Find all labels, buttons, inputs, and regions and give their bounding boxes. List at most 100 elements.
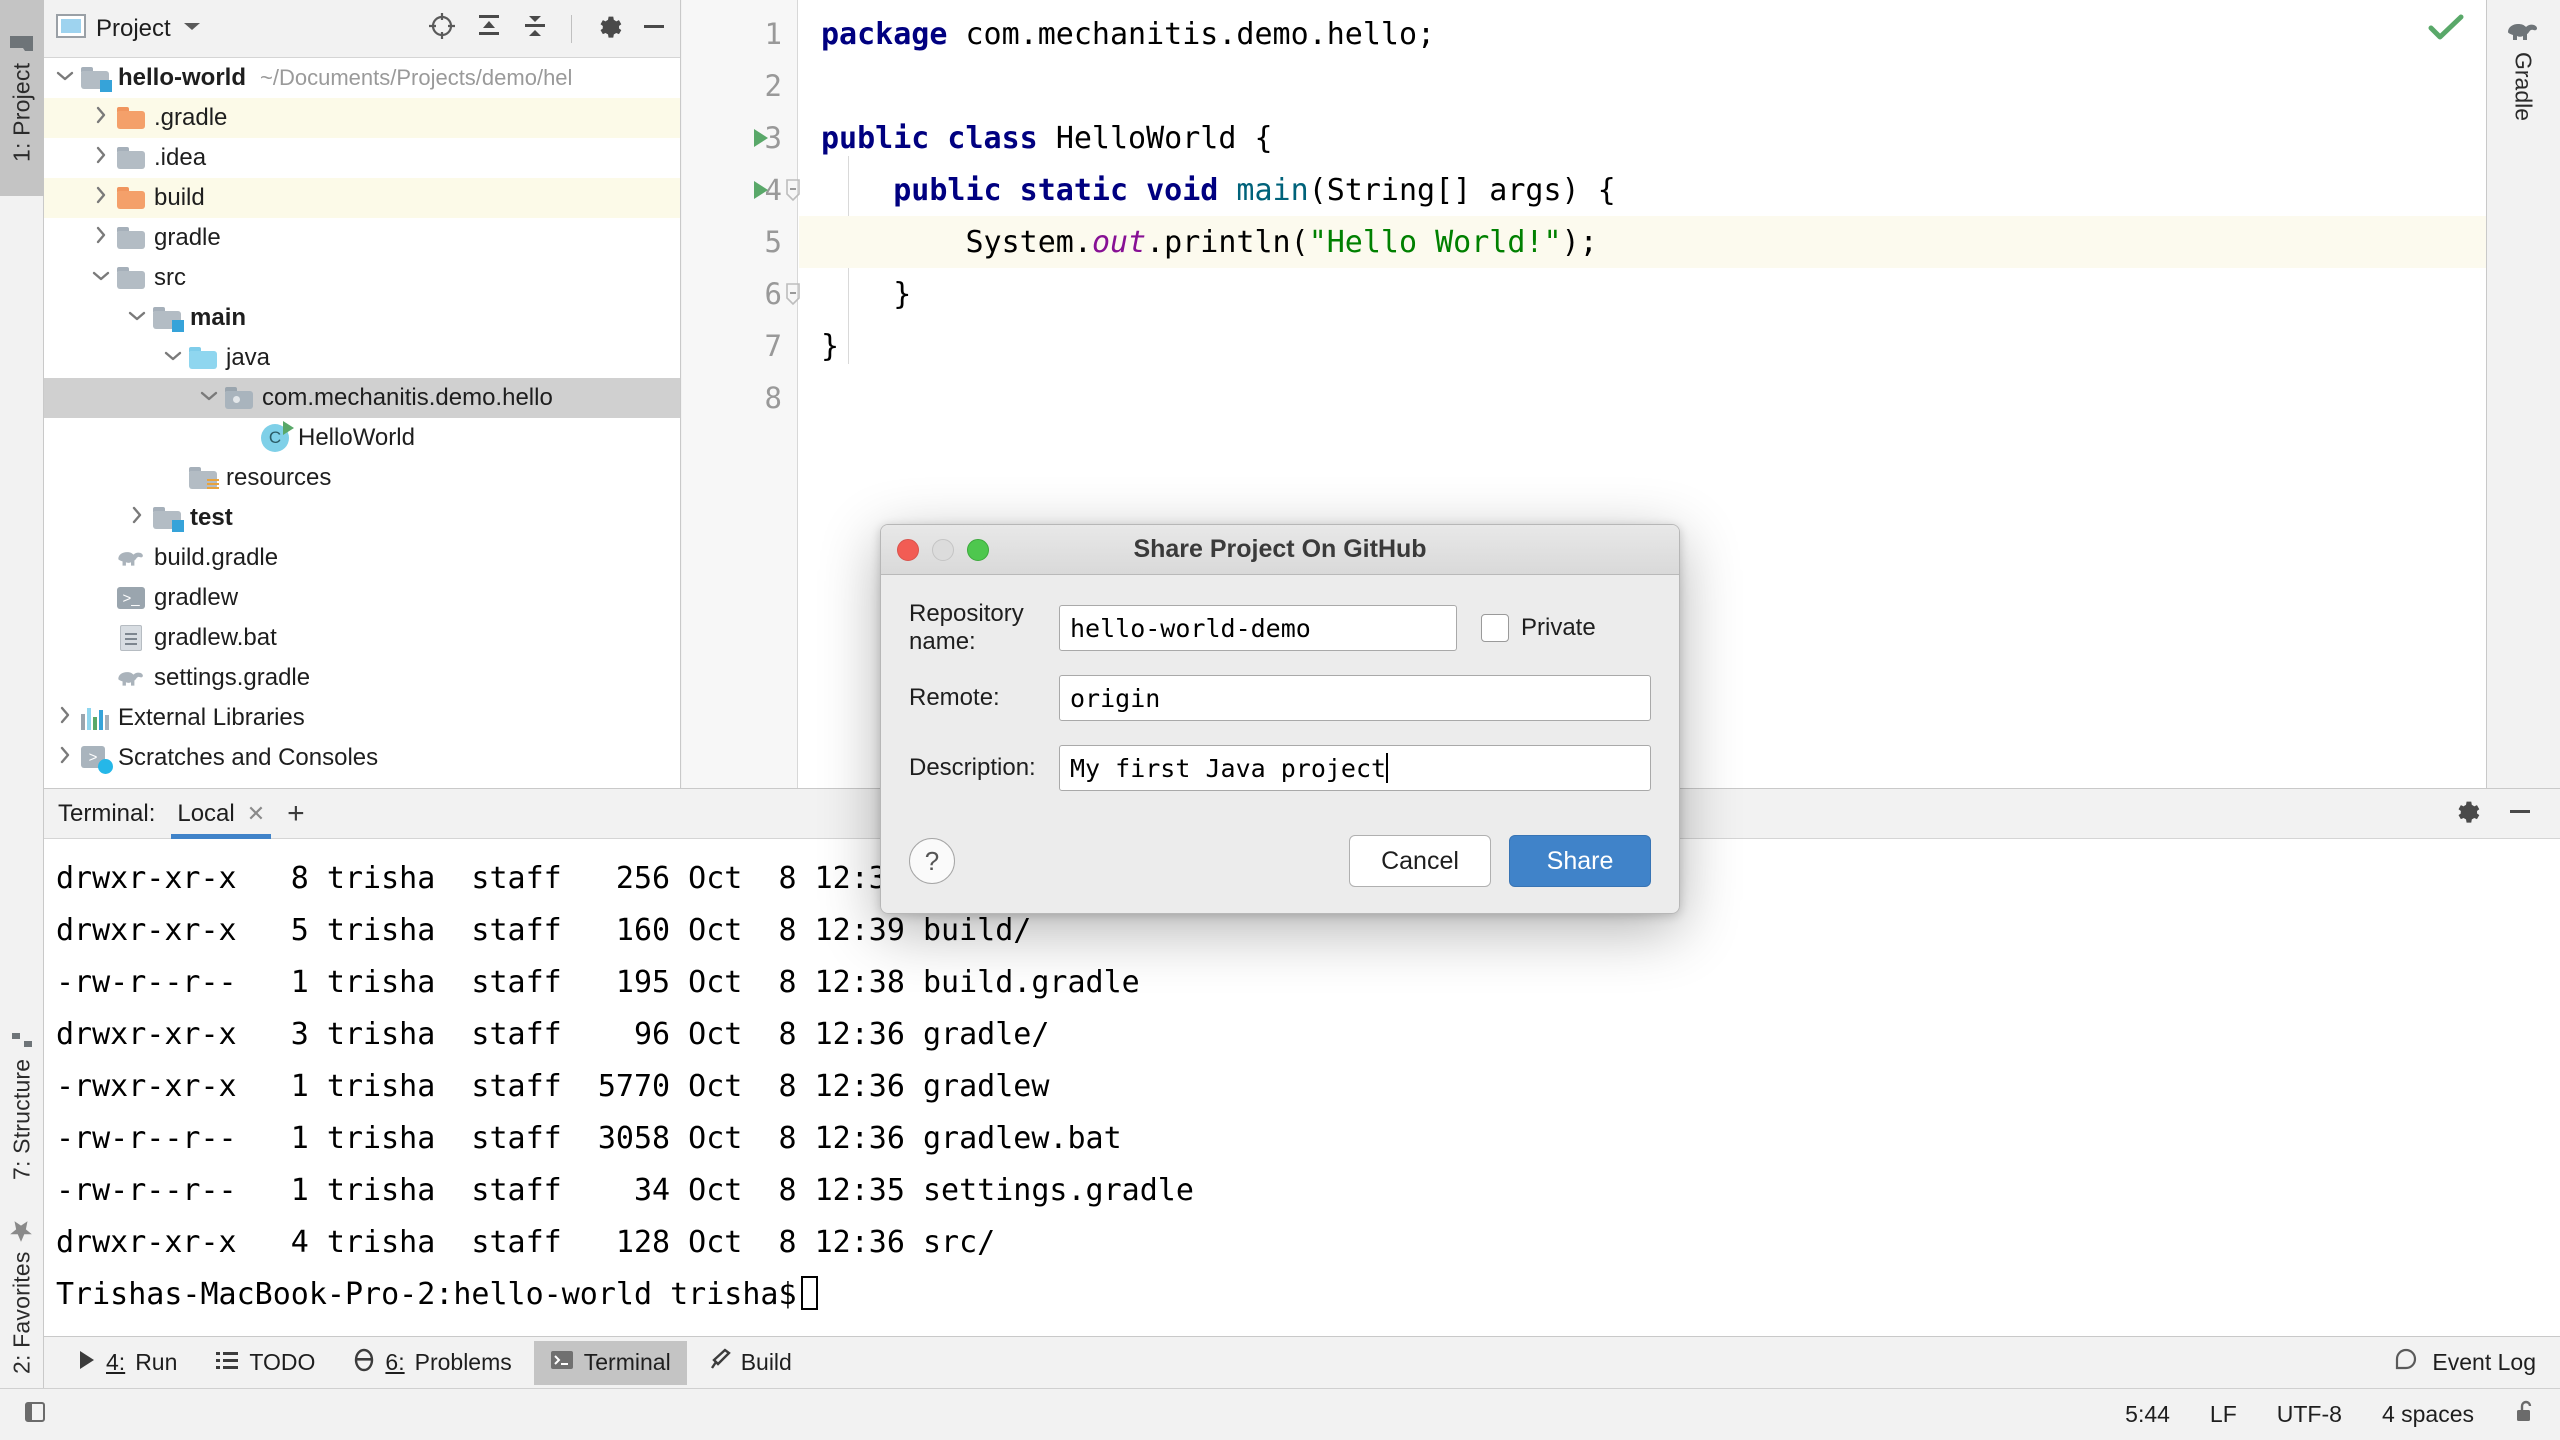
- code-line[interactable]: [799, 60, 2486, 112]
- code-line[interactable]: package com.mechanitis.demo.hello;: [799, 8, 2486, 60]
- terminal-prompt[interactable]: Trishas-MacBook-Pro-2:hello-world trisha…: [56, 1269, 2560, 1321]
- project-tree[interactable]: hello-world ~/Documents/Projects/demo/hel…: [44, 58, 680, 788]
- indent-setting[interactable]: 4 spaces: [2382, 1401, 2474, 1428]
- tree-node-gradle[interactable]: gradle: [44, 218, 680, 258]
- tree-node-com-mechanitis-demo-hello[interactable]: com.mechanitis.demo.hello: [44, 378, 680, 418]
- expand-all-icon[interactable]: [475, 12, 503, 45]
- unlocked-padlock-icon[interactable]: [2514, 1399, 2538, 1431]
- gradle-elephant-icon: [114, 667, 148, 689]
- sidebar-item-project[interactable]: 1: Project: [0, 0, 44, 196]
- inspection-ok-icon[interactable]: [2428, 12, 2464, 51]
- chevron-right-icon[interactable]: [88, 225, 114, 251]
- project-panel-title: Project: [96, 14, 171, 42]
- chevron-right-icon[interactable]: [124, 505, 150, 531]
- chevron-right-icon[interactable]: [52, 705, 78, 731]
- code-line[interactable]: [799, 372, 2486, 424]
- code-line[interactable]: public static void main(String[] args) {: [799, 164, 2486, 216]
- code-line[interactable]: }: [799, 268, 2486, 320]
- tree-node-resources[interactable]: resources: [44, 458, 680, 498]
- tree-node-scratches-and-consoles[interactable]: > Scratches and Consoles: [44, 738, 680, 778]
- tree-node-helloworld[interactable]: C HelloWorld: [44, 418, 680, 458]
- locate-icon[interactable]: [427, 11, 457, 46]
- chevron-down-icon[interactable]: [196, 387, 222, 409]
- tree-node-hello-world[interactable]: hello-world ~/Documents/Projects/demo/hel: [44, 58, 680, 98]
- tree-node-label: main: [190, 304, 247, 331]
- scratches-icon: >: [78, 746, 113, 774]
- chevron-down-icon[interactable]: [52, 67, 78, 89]
- code-line-text: package com.mechanitis.demo.hello;: [799, 17, 1435, 52]
- description-label: Description:: [909, 754, 1036, 781]
- tree-node-build[interactable]: build: [44, 178, 680, 218]
- balloon-icon: [2392, 1346, 2420, 1379]
- collapse-all-icon[interactable]: [521, 12, 549, 45]
- bottom-tab-run[interactable]: 4: Run: [60, 1341, 193, 1385]
- bottom-tab-todo[interactable]: TODO: [199, 1341, 331, 1385]
- tree-node-java[interactable]: java: [44, 338, 680, 378]
- description-input[interactable]: My first Java project: [1059, 745, 1651, 791]
- structure-icon: [9, 1030, 36, 1050]
- run-gutter-icon[interactable]: [750, 164, 776, 216]
- folder-grey-icon: [114, 227, 148, 249]
- code-line-text: }: [799, 277, 911, 312]
- chevron-down-icon[interactable]: [124, 307, 150, 329]
- code-line[interactable]: }: [799, 320, 2486, 372]
- terminal-settings-gear-icon[interactable]: [2452, 797, 2480, 830]
- gear-icon[interactable]: [594, 12, 622, 45]
- remote-input[interactable]: origin: [1059, 675, 1651, 721]
- private-checkbox-wrap[interactable]: Private: [1481, 614, 1596, 642]
- tree-node-gradlew[interactable]: >_ gradlew: [44, 578, 680, 618]
- sidebar-item-gradle[interactable]: Gradle: [2486, 6, 2560, 133]
- private-checkbox[interactable]: [1481, 614, 1509, 642]
- tree-node-main[interactable]: main: [44, 298, 680, 338]
- terminal-prompt-text: Trishas-MacBook-Pro-2:hello-world trisha…: [56, 1277, 797, 1312]
- bottom-tab-terminal[interactable]: Terminal: [533, 1340, 687, 1385]
- chevron-down-icon[interactable]: [88, 267, 114, 289]
- tree-node-settings-gradle[interactable]: settings.gradle: [44, 658, 680, 698]
- code-token: HelloWorld {: [1055, 120, 1273, 156]
- tree-node-test[interactable]: test: [44, 498, 680, 538]
- code-line[interactable]: public class HelloWorld {: [799, 112, 2486, 164]
- bottom-tab-problems[interactable]: 6: Problems: [337, 1341, 527, 1385]
- tree-node-external-libraries[interactable]: External Libraries: [44, 698, 680, 738]
- code-token: package: [821, 16, 966, 52]
- hide-panel-icon[interactable]: [640, 12, 668, 45]
- share-button[interactable]: Share: [1509, 835, 1651, 887]
- sidebar-item-structure[interactable]: 7: Structure: [0, 1010, 44, 1200]
- help-button[interactable]: ?: [909, 838, 955, 884]
- repository-name-row: Repository name: hello-world-demo Privat…: [909, 600, 1651, 655]
- tree-node-build-gradle[interactable]: build.gradle: [44, 538, 680, 578]
- close-icon[interactable]: ✕: [247, 801, 265, 827]
- bottom-tab-build[interactable]: Build: [693, 1341, 808, 1385]
- chevron-down-icon[interactable]: [181, 19, 203, 38]
- caret-position[interactable]: 5:44: [2125, 1401, 2170, 1428]
- code-token: main: [1236, 172, 1309, 208]
- hide-terminal-icon[interactable]: [2506, 797, 2534, 830]
- editor-gutter[interactable]: 12345678: [682, 0, 800, 788]
- line-separator[interactable]: LF: [2210, 1401, 2237, 1428]
- tree-node--idea[interactable]: .idea: [44, 138, 680, 178]
- code-line[interactable]: System.out.println("Hello World!");: [799, 216, 2486, 268]
- add-terminal-tab-button[interactable]: +: [287, 798, 305, 829]
- terminal-tab-local[interactable]: Local ✕: [171, 789, 271, 839]
- chevron-down-icon[interactable]: [160, 347, 186, 369]
- terminal-output[interactable]: drwxr-xr-x 8 trisha staff 256 Oct 8 12:3…: [44, 839, 2560, 1372]
- tree-node--gradle[interactable]: .gradle: [44, 98, 680, 138]
- chevron-right-icon[interactable]: [88, 185, 114, 211]
- description-input-value: My first Java project: [1070, 753, 1387, 783]
- external-libraries-icon: [78, 706, 112, 730]
- run-gutter-icon[interactable]: [750, 112, 776, 164]
- chevron-right-icon[interactable]: [88, 145, 114, 171]
- repository-name-input[interactable]: hello-world-demo: [1059, 605, 1457, 651]
- share-project-dialog: Share Project On GitHub Repository name:…: [880, 524, 1680, 914]
- remote-label: Remote:: [909, 684, 1000, 711]
- tree-node-label: .idea: [154, 144, 207, 171]
- chevron-right-icon[interactable]: [52, 745, 78, 771]
- event-log-area[interactable]: Event Log: [2392, 1346, 2560, 1379]
- chevron-right-icon[interactable]: [88, 105, 114, 131]
- sidebar-item-favorites[interactable]: 2: Favorites: [0, 1200, 44, 1392]
- cancel-button[interactable]: Cancel: [1349, 835, 1491, 887]
- toggle-sidebar-icon[interactable]: [22, 1399, 48, 1430]
- tree-node-src[interactable]: src: [44, 258, 680, 298]
- file-encoding[interactable]: UTF-8: [2277, 1401, 2342, 1428]
- tree-node-gradlew-bat[interactable]: gradlew.bat: [44, 618, 680, 658]
